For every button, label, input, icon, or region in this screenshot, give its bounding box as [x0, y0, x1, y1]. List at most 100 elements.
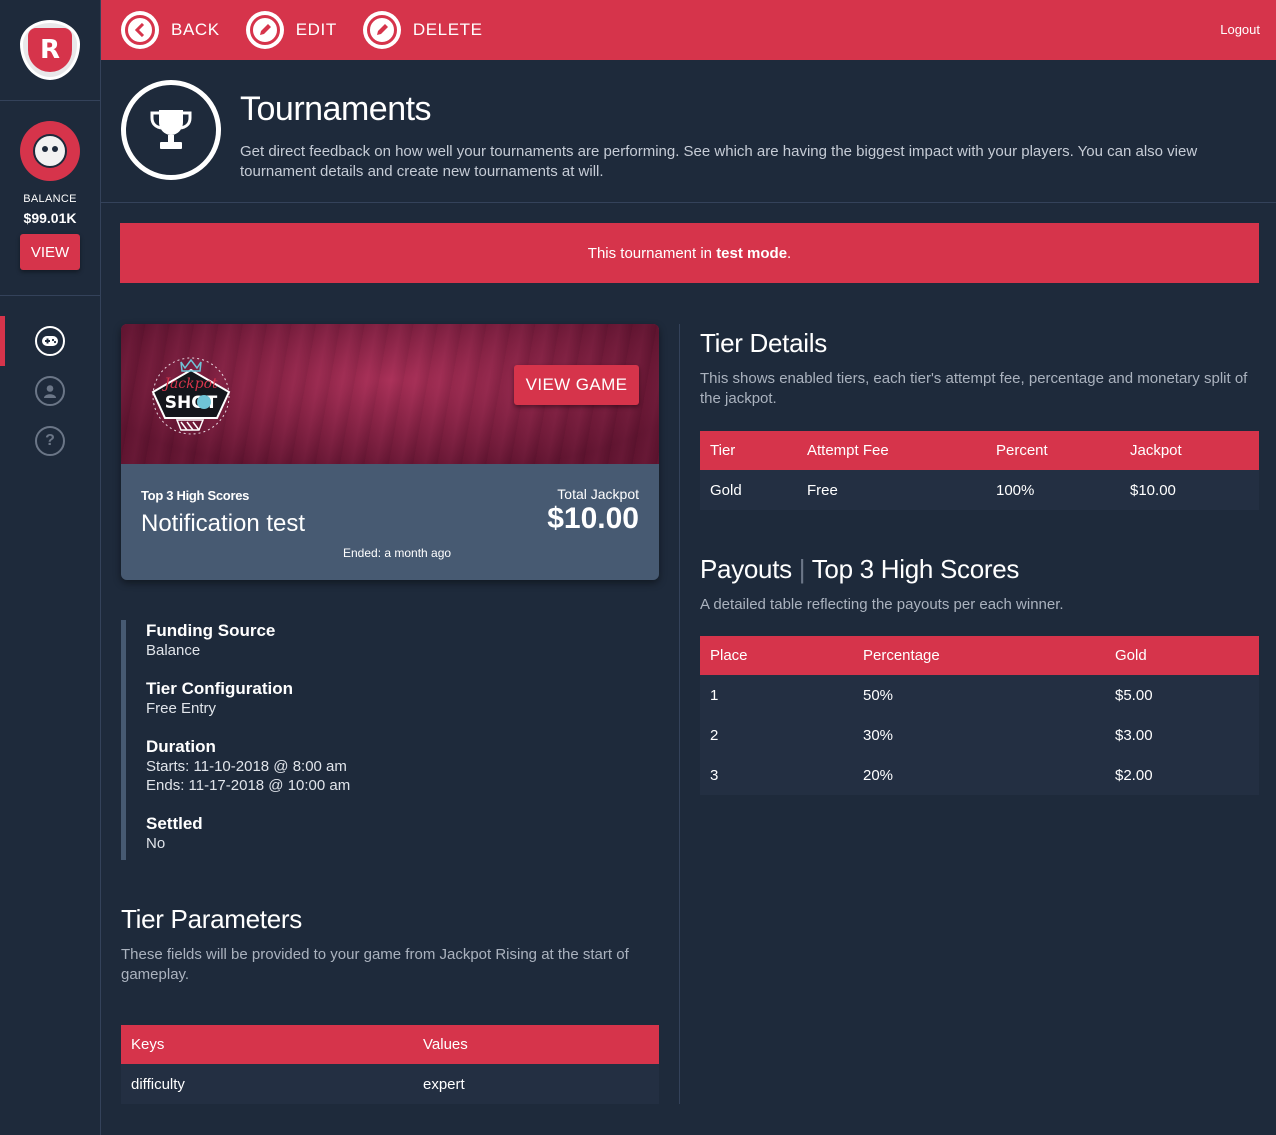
- tier-details-section: Tier Details This shows enabled tiers, e…: [700, 328, 1259, 510]
- table-cell: 30%: [853, 715, 1105, 755]
- payouts-title: Payouts | Top 3 High Scores: [700, 554, 1259, 585]
- tier-configuration: Tier Configuration Free Entry: [146, 678, 521, 718]
- back-button[interactable]: BACK: [121, 11, 220, 49]
- sidebar-nav: ?: [0, 296, 100, 466]
- page-description: Get direct feedback on how well your tou…: [240, 143, 1198, 180]
- edit-button[interactable]: EDIT: [245, 11, 337, 49]
- sidebar-item-games[interactable]: [0, 316, 100, 366]
- tier-parameters-description: These fields will be provided to your ga…: [121, 946, 629, 983]
- top-action-bar: BACK EDIT DELETE Logout: [101, 0, 1276, 60]
- table-cell: $5.00: [1105, 675, 1259, 715]
- table-cell: Free: [797, 470, 986, 510]
- table-cell: $3.00: [1105, 715, 1259, 755]
- payouts-title-sub: Top 3 High Scores: [811, 554, 1020, 584]
- back-label: BACK: [171, 20, 220, 39]
- duration: Duration Starts: 11-10-2018 @ 8:00 am En…: [146, 736, 521, 795]
- sidebar-item-help[interactable]: ?: [0, 416, 100, 466]
- total-jackpot-value: $10.00: [547, 502, 639, 535]
- table-cell: difficulty: [121, 1064, 413, 1104]
- banner-prefix: This tournament in: [587, 244, 713, 262]
- tournament-details: Funding Source Balance Tier Configuratio…: [121, 620, 521, 860]
- tier-details-title: Tier Details: [700, 328, 827, 358]
- table-header: Values: [413, 1025, 659, 1064]
- table-header: Tier: [700, 431, 797, 470]
- banner-suffix: .: [787, 244, 792, 262]
- table-row: Gold Free 100% $10.00: [700, 470, 1259, 510]
- table-row: difficulty expert: [121, 1064, 659, 1104]
- view-game-button[interactable]: VIEW GAME: [514, 365, 639, 405]
- user-icon: [35, 376, 65, 406]
- page-title: Tournaments: [240, 90, 432, 128]
- funding-source-label: Funding Source: [146, 621, 276, 640]
- jackpot-shot-logo: Jackpot SHOT: [151, 357, 231, 435]
- payouts-title-main: Payouts: [700, 554, 792, 584]
- funding-source: Funding Source Balance: [146, 620, 521, 660]
- delete-button[interactable]: DELETE: [362, 11, 483, 49]
- table-cell: 50%: [853, 675, 1105, 715]
- tournament-name: Notification test: [141, 510, 306, 537]
- balance-label: BALANCE: [23, 193, 77, 205]
- pencil-delete-icon: [362, 11, 401, 49]
- table-header: Percentage: [853, 636, 1105, 675]
- sidebar-item-account[interactable]: [0, 366, 100, 416]
- table-header-row: Place Percentage Gold: [700, 636, 1259, 675]
- tier-parameters-table: Keys Values difficulty expert: [121, 1025, 659, 1104]
- tournament-ended: Ended: a month ago: [343, 546, 452, 560]
- payouts-table: Place Percentage Gold 1 50% $5.00 2 30% …: [700, 636, 1259, 795]
- settled-value: No: [146, 835, 166, 852]
- duration-start: Starts: 11-10-2018 @ 8:00 am: [146, 758, 347, 775]
- logo-area: R: [0, 0, 100, 101]
- user-block: BALANCE $99.01K VIEW: [0, 101, 100, 296]
- table-header-row: Keys Values: [121, 1025, 659, 1064]
- tournament-card: Jackpot SHOT VIEW GAME Top 3 High Scores…: [121, 324, 659, 580]
- balance-value: $99.01K: [23, 210, 77, 226]
- table-cell: expert: [413, 1064, 659, 1104]
- page-header: Tournaments Get direct feedback on how w…: [101, 60, 1276, 203]
- payouts-title-separator: |: [798, 554, 806, 584]
- table-cell: 1: [700, 675, 853, 715]
- tier-details-description: This shows enabled tiers, each tier's at…: [700, 370, 1248, 407]
- payouts-section: Payouts | Top 3 High Scores A detailed t…: [700, 554, 1259, 795]
- test-mode-banner: This tournament in test mode.: [120, 223, 1259, 283]
- gamepad-icon: [35, 326, 65, 356]
- table-row: 2 30% $3.00: [700, 715, 1259, 755]
- tier-configuration-value: Free Entry: [146, 700, 217, 717]
- edit-label: EDIT: [295, 20, 337, 39]
- table-header: Gold: [1105, 636, 1259, 675]
- column-divider: [679, 324, 680, 1104]
- card-hero: Jackpot SHOT VIEW GAME: [121, 324, 659, 464]
- settled-label: Settled: [146, 814, 203, 833]
- avatar-face-icon: [33, 134, 67, 168]
- total-jackpot-label: Total Jackpot: [557, 486, 639, 502]
- tier-configuration-label: Tier Configuration: [146, 679, 294, 698]
- table-cell: Gold: [700, 470, 797, 510]
- pencil-icon: [245, 11, 284, 49]
- table-cell: $10.00: [1120, 470, 1259, 510]
- table-header-row: Tier Attempt Fee Percent Jackpot: [700, 431, 1259, 470]
- funding-source-value: Balance: [146, 642, 201, 659]
- tier-parameters-section: Tier Parameters These fields will be pro…: [121, 904, 659, 1104]
- chevron-left-icon: [121, 11, 159, 49]
- app-logo[interactable]: R: [20, 20, 80, 80]
- table-row: 1 50% $5.00: [700, 675, 1259, 715]
- sidebar: R BALANCE $99.01K VIEW ?: [0, 0, 101, 1135]
- table-header: Jackpot: [1120, 431, 1259, 470]
- table-header: Keys: [121, 1025, 413, 1064]
- view-balance-button[interactable]: VIEW: [20, 234, 80, 270]
- delete-label: DELETE: [412, 20, 483, 39]
- table-row: 3 20% $2.00: [700, 755, 1259, 795]
- duration-label: Duration: [146, 737, 216, 756]
- tier-details-table: Tier Attempt Fee Percent Jackpot Gold Fr…: [700, 431, 1259, 510]
- table-cell: 20%: [853, 755, 1105, 795]
- table-cell: 100%: [986, 470, 1120, 510]
- tier-parameters-title: Tier Parameters: [121, 904, 302, 934]
- card-body: Top 3 High Scores Notification test Ende…: [121, 464, 659, 580]
- trophy-icon: [121, 80, 221, 180]
- avatar[interactable]: [20, 121, 80, 181]
- table-header: Attempt Fee: [797, 431, 986, 470]
- payouts-description: A detailed table reflecting the payouts …: [700, 596, 1064, 613]
- table-cell: $2.00: [1105, 755, 1259, 795]
- logo-mark-icon: R: [28, 28, 72, 72]
- duration-end: Ends: 11-17-2018 @ 10:00 am: [146, 777, 351, 794]
- logout-link[interactable]: Logout: [1220, 22, 1260, 37]
